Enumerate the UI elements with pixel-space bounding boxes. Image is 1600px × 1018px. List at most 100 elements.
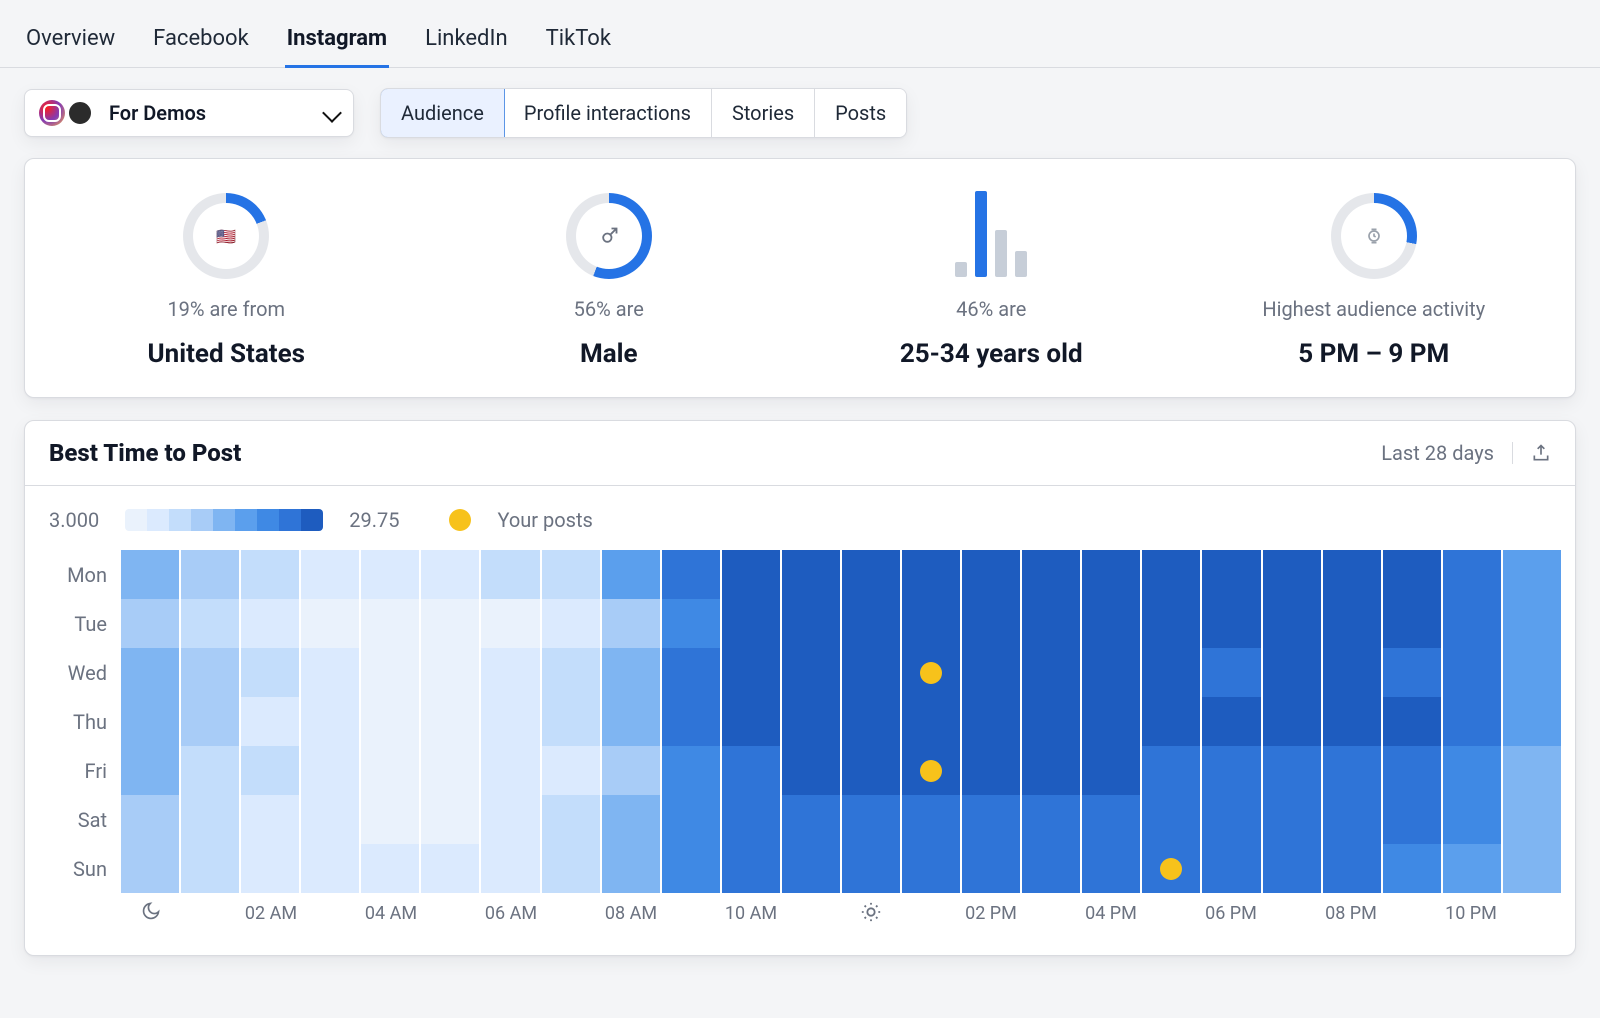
heatmap-cell[interactable] — [121, 795, 179, 844]
date-range-select[interactable]: Last 28 days — [1381, 441, 1494, 465]
heatmap-cell[interactable] — [962, 648, 1020, 697]
profile-select[interactable]: For Demos — [24, 89, 354, 137]
heatmap-cell[interactable] — [1082, 599, 1140, 648]
heatmap-cell[interactable] — [902, 550, 960, 599]
heatmap-cell[interactable] — [842, 550, 900, 599]
heatmap-cell[interactable] — [1022, 550, 1080, 599]
heatmap-cell[interactable] — [782, 599, 840, 648]
heatmap-cell[interactable] — [1443, 599, 1501, 648]
heatmap-cell[interactable] — [1503, 746, 1561, 795]
heatmap-cell[interactable] — [481, 599, 539, 648]
segment-stories[interactable]: Stories — [712, 89, 815, 137]
heatmap-cell[interactable] — [1142, 795, 1200, 844]
heatmap-cell[interactable] — [1022, 697, 1080, 746]
heatmap-cell[interactable] — [1202, 648, 1260, 697]
heatmap-cell[interactable] — [1082, 648, 1140, 697]
heatmap-cell[interactable] — [902, 795, 960, 844]
heatmap-cell[interactable] — [602, 648, 660, 697]
heatmap-cell[interactable] — [1142, 648, 1200, 697]
heatmap-cell[interactable] — [602, 550, 660, 599]
heatmap-cell[interactable] — [542, 648, 600, 697]
heatmap-cell[interactable] — [1383, 599, 1441, 648]
heatmap-cell[interactable] — [902, 599, 960, 648]
heatmap-cell[interactable] — [1263, 599, 1321, 648]
heatmap-cell[interactable] — [1323, 550, 1381, 599]
heatmap-cell[interactable] — [1323, 844, 1381, 893]
heatmap-cell[interactable] — [241, 550, 299, 599]
heatmap-cell[interactable] — [1202, 795, 1260, 844]
tab-tiktok[interactable]: TikTok — [544, 20, 613, 67]
heatmap-cell[interactable] — [902, 697, 960, 746]
heatmap-cell[interactable] — [782, 648, 840, 697]
heatmap-cell[interactable] — [1443, 697, 1501, 746]
heatmap-cell[interactable] — [421, 550, 479, 599]
heatmap-cell[interactable] — [782, 697, 840, 746]
heatmap-cell[interactable] — [1383, 844, 1441, 893]
heatmap-cell[interactable] — [962, 746, 1020, 795]
heatmap-cell[interactable] — [1022, 648, 1080, 697]
heatmap-cell[interactable] — [361, 697, 419, 746]
heatmap-cell[interactable] — [121, 648, 179, 697]
heatmap-cell[interactable] — [1263, 648, 1321, 697]
heatmap-cell[interactable] — [181, 844, 239, 893]
heatmap-cell[interactable] — [782, 550, 840, 599]
heatmap-cell[interactable] — [1022, 746, 1080, 795]
heatmap-cell[interactable] — [181, 550, 239, 599]
heatmap-cell[interactable] — [1082, 844, 1140, 893]
heatmap-cell[interactable] — [1202, 599, 1260, 648]
heatmap-cell[interactable] — [301, 746, 359, 795]
heatmap-cell[interactable] — [1263, 746, 1321, 795]
heatmap-cell[interactable] — [662, 844, 720, 893]
heatmap-cell[interactable] — [241, 844, 299, 893]
tab-facebook[interactable]: Facebook — [151, 20, 251, 67]
heatmap-cell[interactable] — [481, 648, 539, 697]
heatmap-cell[interactable] — [902, 648, 960, 697]
heatmap-cell[interactable] — [241, 746, 299, 795]
heatmap-cell[interactable] — [1082, 746, 1140, 795]
heatmap-cell[interactable] — [361, 844, 419, 893]
heatmap-cell[interactable] — [121, 746, 179, 795]
heatmap-cell[interactable] — [1022, 599, 1080, 648]
heatmap-cell[interactable] — [301, 697, 359, 746]
heatmap-cell[interactable] — [361, 648, 419, 697]
heatmap-cell[interactable] — [301, 795, 359, 844]
heatmap-cell[interactable] — [1022, 844, 1080, 893]
heatmap-cell[interactable] — [1082, 550, 1140, 599]
heatmap-cell[interactable] — [602, 599, 660, 648]
heatmap-cell[interactable] — [1263, 844, 1321, 893]
heatmap-cell[interactable] — [1383, 648, 1441, 697]
segment-audience[interactable]: Audience — [380, 88, 505, 138]
heatmap-cell[interactable] — [1202, 697, 1260, 746]
heatmap-cell[interactable] — [121, 697, 179, 746]
heatmap-cell[interactable] — [782, 795, 840, 844]
tab-instagram[interactable]: Instagram — [285, 20, 389, 67]
heatmap-cell[interactable] — [181, 795, 239, 844]
heatmap-cell[interactable] — [1263, 795, 1321, 844]
heatmap-cell[interactable] — [361, 599, 419, 648]
heatmap-cell[interactable] — [1503, 648, 1561, 697]
heatmap-cell[interactable] — [241, 795, 299, 844]
heatmap-cell[interactable] — [722, 795, 780, 844]
heatmap-cell[interactable] — [1263, 550, 1321, 599]
heatmap-cell[interactable] — [1383, 550, 1441, 599]
heatmap-cell[interactable] — [542, 697, 600, 746]
heatmap-cell[interactable] — [1202, 746, 1260, 795]
heatmap-cell[interactable] — [962, 844, 1020, 893]
heatmap-cell[interactable] — [842, 599, 900, 648]
segment-posts[interactable]: Posts — [815, 89, 906, 137]
heatmap-cell[interactable] — [1503, 697, 1561, 746]
heatmap-cell[interactable] — [1142, 697, 1200, 746]
heatmap-cell[interactable] — [241, 697, 299, 746]
heatmap-cell[interactable] — [722, 599, 780, 648]
heatmap-cell[interactable] — [1022, 795, 1080, 844]
heatmap-cell[interactable] — [1323, 599, 1381, 648]
heatmap-cell[interactable] — [1082, 795, 1140, 844]
heatmap-cell[interactable] — [1142, 844, 1200, 893]
heatmap-cell[interactable] — [301, 599, 359, 648]
heatmap-cell[interactable] — [1323, 795, 1381, 844]
heatmap-cell[interactable] — [542, 746, 600, 795]
heatmap-cell[interactable] — [842, 795, 900, 844]
heatmap-cell[interactable] — [722, 697, 780, 746]
heatmap-cell[interactable] — [241, 599, 299, 648]
heatmap-cell[interactable] — [842, 648, 900, 697]
